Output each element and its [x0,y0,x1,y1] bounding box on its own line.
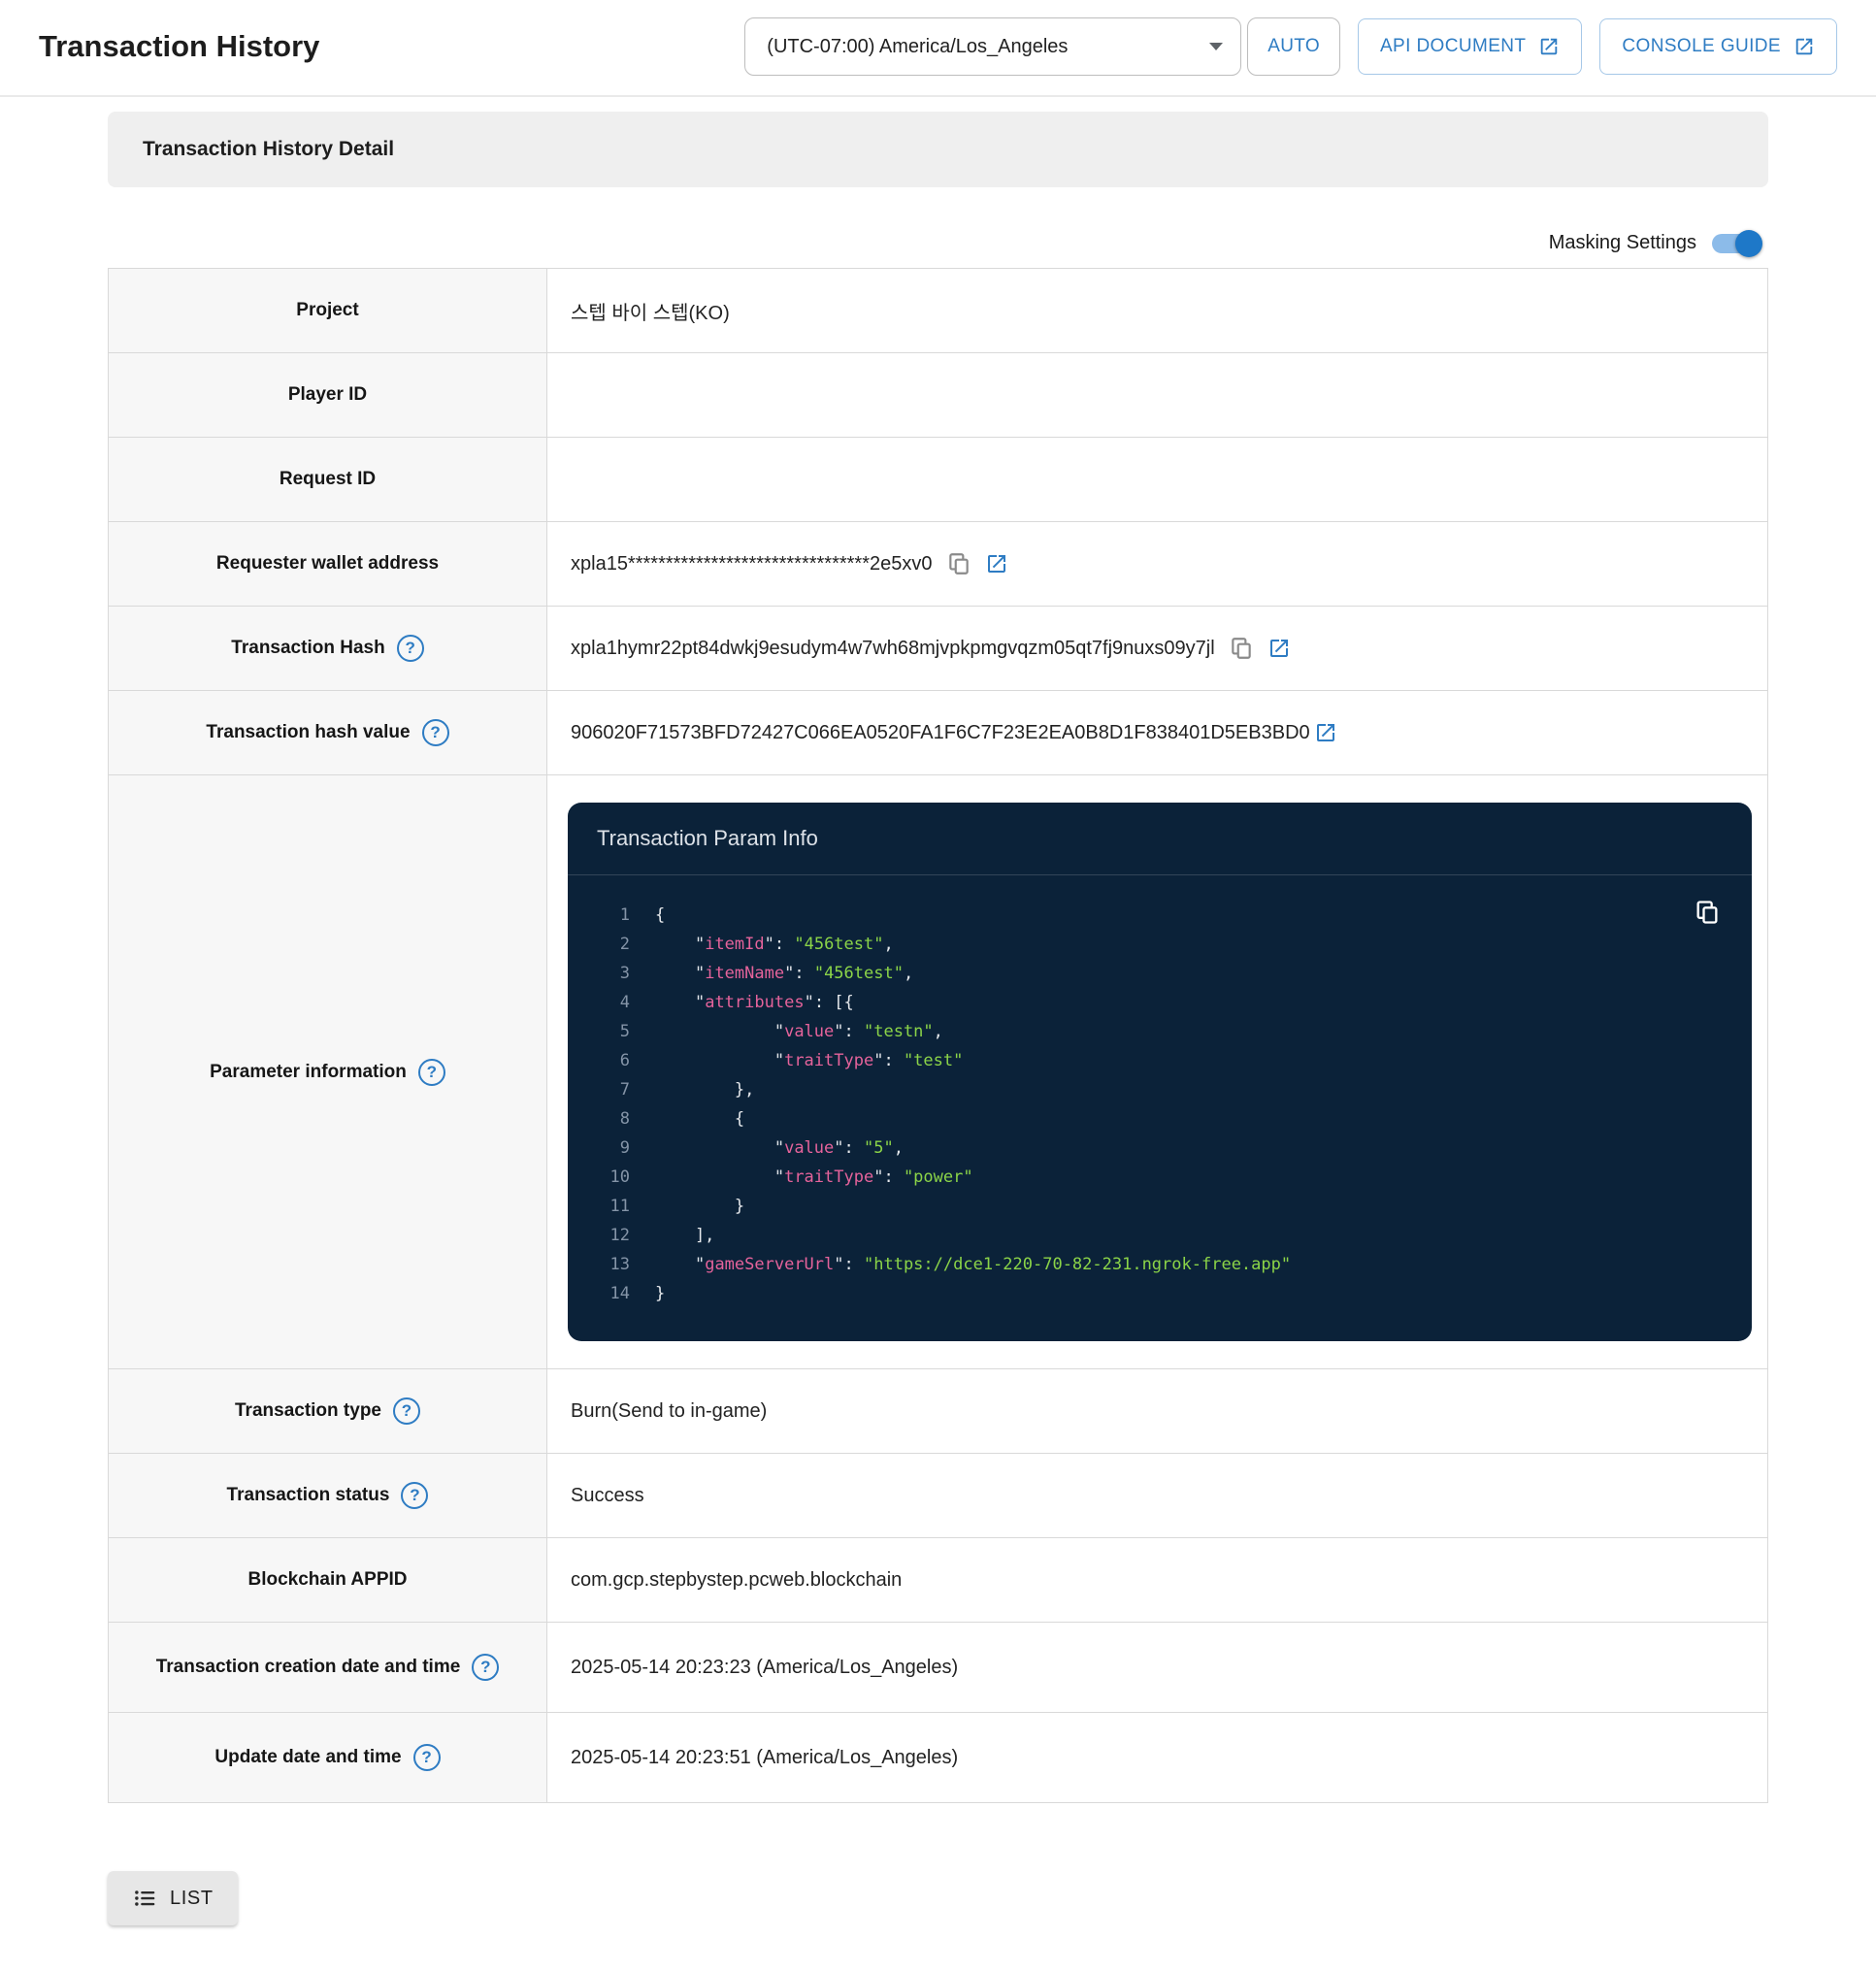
row-label: Requester wallet address [216,553,439,575]
table-row-update-datetime: Update date and time ? 2025-05-14 20:23:… [109,1713,1767,1803]
page-title: Transaction History [39,29,319,64]
row-label: Blockchain APPID [247,1569,407,1591]
help-icon[interactable]: ? [422,719,449,746]
help-icon[interactable]: ? [401,1482,428,1509]
row-label: Player ID [288,384,367,406]
table-row-request-id: Request ID [109,438,1767,522]
list-button[interactable]: LIST [108,1871,238,1925]
param-panel-title: Transaction Param Info [568,803,1752,875]
api-document-label: API DOCUMENT [1380,36,1526,57]
code-line: 5 "value": "testn", [591,1017,1723,1046]
external-link-icon [1794,36,1815,57]
code-line: 2 "itemId": "456test", [591,930,1723,959]
timezone-selected-value: (UTC-07:00) America/Los_Angeles [767,36,1068,58]
chevron-down-icon [1209,43,1223,50]
transaction-status-value: Success [571,1485,644,1507]
timezone-group: (UTC-07:00) America/Los_Angeles AUTO [744,17,1340,76]
table-row-project: Project 스텝 바이 스텝(KO) [109,269,1767,353]
row-label: Transaction Hash [231,638,384,659]
wallet-address-value: xpla15********************************2e… [571,553,933,575]
help-icon[interactable]: ? [418,1059,445,1086]
row-label: Project [296,300,358,321]
table-row-transaction-status: Transaction status ? Success [109,1454,1767,1538]
help-icon[interactable]: ? [413,1744,441,1771]
masking-settings-label: Masking Settings [1549,232,1696,254]
update-datetime-value: 2025-05-14 20:23:51 (America/Los_Angeles… [571,1747,958,1769]
code-line: 4 "attributes": [{ [591,988,1723,1017]
row-label: Update date and time [214,1747,401,1768]
copy-icon[interactable] [1229,636,1254,661]
code-line: 8 { [591,1104,1723,1134]
table-row-creation-datetime: Transaction creation date and time ? 202… [109,1623,1767,1713]
code-line: 11 } [591,1192,1723,1221]
transaction-hash-hex-value: 906020F71573BFD72427C066EA0520FA1F6C7F23… [571,722,1310,744]
external-link-icon[interactable] [985,552,1008,575]
toggle-thumb [1735,230,1762,257]
transaction-hash-value: xpla1hymr22pt84dwkj9esudym4w7wh68mjvpkpm… [571,638,1215,660]
page-header: Transaction History (UTC-07:00) America/… [0,0,1876,97]
row-label: Transaction type [235,1400,381,1422]
api-document-button[interactable]: API DOCUMENT [1358,18,1582,75]
footer: LIST [108,1871,1768,1972]
row-label: Request ID [280,469,376,490]
external-link-icon[interactable] [1267,637,1291,660]
section-header: Transaction History Detail [108,112,1768,187]
code-copy-icon[interactable] [1694,899,1721,926]
list-icon [132,1886,157,1911]
transaction-type-value: Burn(Send to in-game) [571,1400,767,1423]
row-label: Transaction hash value [206,722,410,743]
table-row-transaction-type: Transaction type ? Burn(Send to in-game) [109,1369,1767,1454]
code-line: 13 "gameServerUrl": "https://dce1-220-70… [591,1250,1723,1279]
creation-datetime-value: 2025-05-14 20:23:23 (America/Los_Angeles… [571,1657,958,1679]
table-row-transaction-hash: Transaction Hash ? xpla1hymr22pt84dwkj9e… [109,607,1767,691]
param-code-block: 1{2 "itemId": "456test",3 "itemName": "4… [568,875,1752,1341]
code-line: 12 ], [591,1221,1723,1250]
code-line: 14} [591,1279,1723,1308]
code-line: 3 "itemName": "456test", [591,959,1723,988]
transaction-param-info-panel: Transaction Param Info 1{2 "itemId": "45… [568,803,1752,1341]
code-line: 7 }, [591,1075,1723,1104]
row-label: Transaction status [227,1485,390,1506]
timezone-select[interactable]: (UTC-07:00) America/Los_Angeles [744,17,1241,76]
copy-icon[interactable] [946,551,971,576]
content-area: Transaction History Detail Masking Setti… [108,112,1768,1803]
list-button-label: LIST [170,1888,214,1910]
row-label: Transaction creation date and time [156,1657,461,1678]
table-row-parameter-information: Parameter information ? Transaction Para… [109,775,1767,1369]
code-line: 1{ [591,901,1723,930]
help-icon[interactable]: ? [393,1397,420,1425]
external-link-icon [1538,36,1560,57]
code-line: 9 "value": "5", [591,1134,1723,1163]
code-line: 6 "traitType": "test" [591,1046,1723,1075]
console-guide-label: CONSOLE GUIDE [1622,36,1781,57]
external-link-icon[interactable] [1314,721,1337,744]
table-row-wallet-address: Requester wallet address xpla15*********… [109,522,1767,607]
table-row-player-id: Player ID [109,353,1767,438]
table-row-blockchain-appid: Blockchain APPID com.gcp.stepbystep.pcwe… [109,1538,1767,1623]
auto-button[interactable]: AUTO [1247,17,1340,76]
header-controls: (UTC-07:00) America/Los_Angeles AUTO API… [744,17,1837,76]
row-label: Parameter information [210,1062,407,1083]
help-icon[interactable]: ? [397,635,424,662]
console-guide-button[interactable]: CONSOLE GUIDE [1599,18,1837,75]
masking-settings-row: Masking Settings [108,232,1768,254]
param-code-lines: 1{2 "itemId": "456test",3 "itemName": "4… [591,901,1723,1308]
table-row-transaction-hash-hex: Transaction hash value ? 906020F71573BFD… [109,691,1767,775]
project-value: 스텝 바이 스텝(KO) [571,297,730,325]
masking-toggle-switch[interactable] [1712,233,1762,254]
transaction-detail-table: Project 스텝 바이 스텝(KO) Player ID Request I… [108,268,1768,1803]
code-line: 10 "traitType": "power" [591,1163,1723,1192]
section-title: Transaction History Detail [143,138,394,161]
help-icon[interactable]: ? [472,1654,499,1681]
blockchain-appid-value: com.gcp.stepbystep.pcweb.blockchain [571,1569,902,1592]
